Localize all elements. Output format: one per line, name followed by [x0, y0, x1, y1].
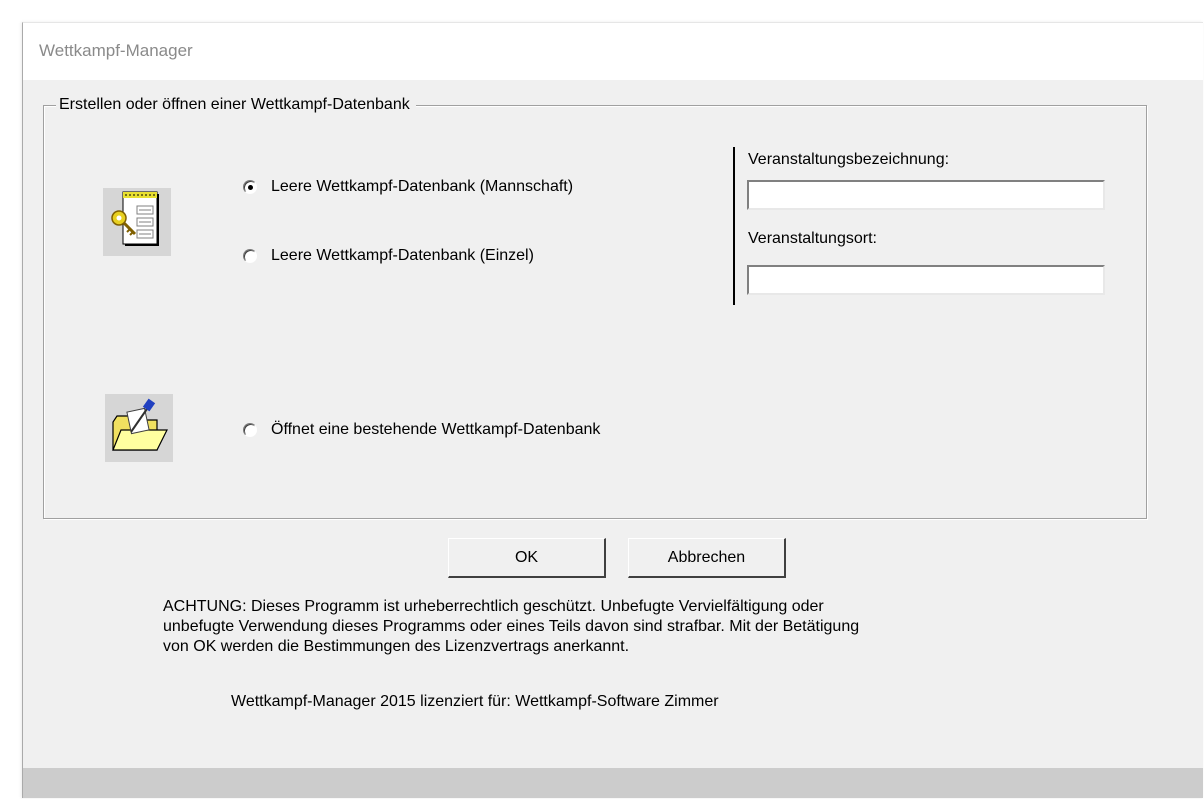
window-title: Wettkampf-Manager	[39, 41, 193, 60]
radio-open-database[interactable]: Öffnet eine bestehende Wettkampf-Datenba…	[243, 421, 600, 439]
radio-button[interactable]	[243, 423, 257, 437]
notice-line: von OK werden die Bestimmungen des Lizen…	[163, 638, 630, 655]
dialog-window: Wettkampf-Manager Erstellen oder öffnen …	[22, 22, 1203, 798]
database-group-box	[43, 105, 1147, 519]
vertical-separator	[733, 147, 735, 305]
radio-label-team: Leere Wettkampf-Datenbank (Mannschaft)	[271, 178, 574, 195]
title-bar[interactable]: Wettkampf-Manager	[23, 23, 1203, 80]
radio-button[interactable]	[243, 249, 257, 263]
notice-line: unbefugte Verwendung dieses Programms od…	[163, 618, 860, 635]
license-text: Wettkampf-Manager 2015 lizenziert für: W…	[231, 693, 719, 710]
cancel-button[interactable]: Abbrechen	[628, 538, 786, 578]
radio-label-single: Leere Wettkampf-Datenbank (Einzel)	[271, 247, 534, 264]
radio-button-checked[interactable]	[243, 180, 257, 194]
event-name-input[interactable]	[747, 180, 1105, 210]
copyright-notice: ACHTUNG: Dieses Programm ist urheberrech…	[163, 597, 1023, 657]
event-location-label: Veranstaltungsort:	[748, 230, 877, 247]
ok-button[interactable]: OK	[448, 538, 606, 578]
event-location-input[interactable]	[747, 265, 1105, 295]
event-name-label: Veranstaltungsbezeichnung:	[748, 151, 950, 168]
new-database-icon	[103, 188, 171, 256]
open-folder-icon	[105, 394, 173, 462]
status-bar	[23, 768, 1203, 798]
group-legend: Erstellen oder öffnen einer Wettkampf-Da…	[56, 95, 416, 115]
radio-label-open: Öffnet eine bestehende Wettkampf-Datenba…	[271, 421, 601, 438]
radio-team-database[interactable]: Leere Wettkampf-Datenbank (Mannschaft)	[243, 178, 573, 196]
radio-single-database[interactable]: Leere Wettkampf-Datenbank (Einzel)	[243, 247, 534, 265]
notice-line: ACHTUNG: Dieses Programm ist urheberrech…	[163, 598, 824, 615]
